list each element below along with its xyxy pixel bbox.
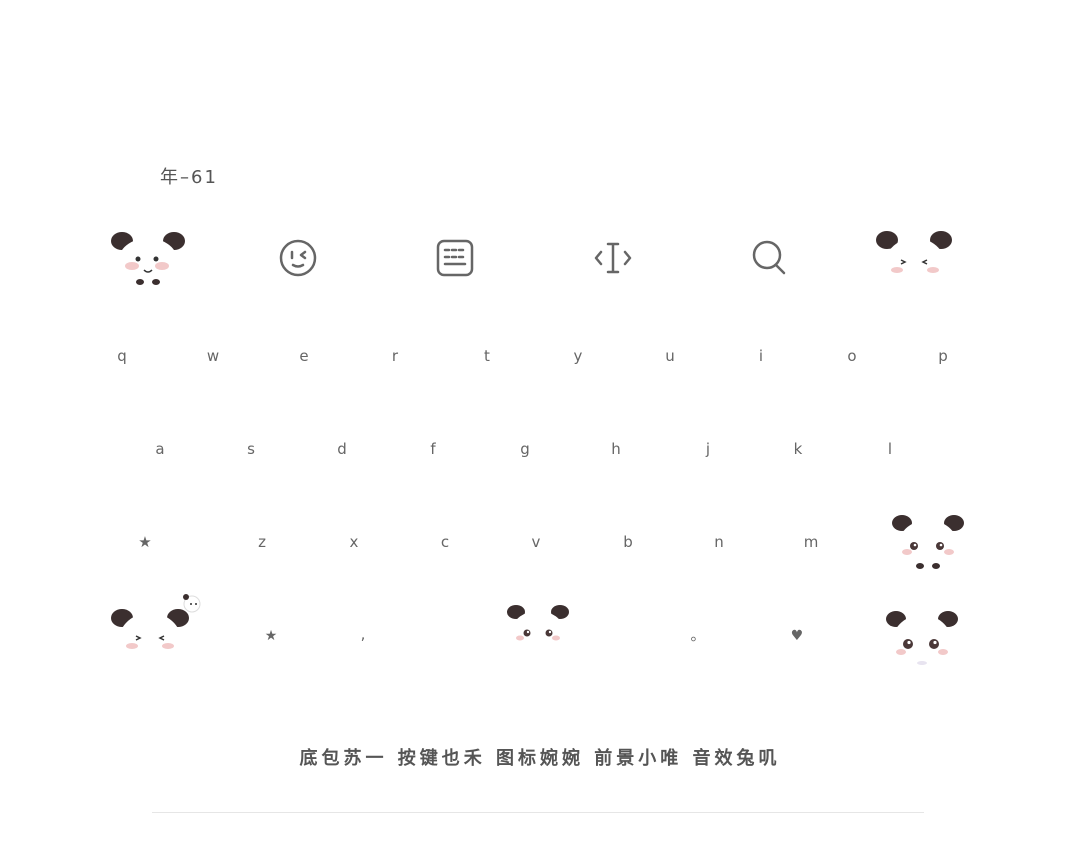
- key-star[interactable]: ★: [241, 616, 301, 656]
- key-p[interactable]: p: [913, 336, 973, 376]
- panda-sticker-toolbar-left: [108, 226, 188, 288]
- key-l[interactable]: l: [860, 429, 920, 469]
- key-r[interactable]: r: [365, 336, 425, 376]
- key-shift-star[interactable]: ★: [115, 522, 175, 562]
- keyboard-button[interactable]: [415, 220, 495, 296]
- symbols-panda-key[interactable]: [108, 592, 212, 674]
- key-s[interactable]: s: [221, 429, 281, 469]
- key-y[interactable]: y: [548, 336, 608, 376]
- key-q[interactable]: q: [92, 336, 152, 376]
- key-i[interactable]: i: [731, 336, 791, 376]
- key-u[interactable]: u: [640, 336, 700, 376]
- key-v[interactable]: v: [506, 522, 566, 562]
- key-w[interactable]: w: [183, 336, 243, 376]
- emoji-icon: [278, 238, 318, 278]
- cursor-icon: [593, 238, 633, 278]
- toolbar: [0, 220, 1080, 300]
- footer-divider: [152, 812, 924, 813]
- key-o[interactable]: o: [822, 336, 882, 376]
- key-g[interactable]: g: [495, 429, 555, 469]
- key-h[interactable]: h: [586, 429, 646, 469]
- key-z[interactable]: z: [232, 522, 292, 562]
- key-a[interactable]: a: [130, 429, 190, 469]
- backspace-panda-key[interactable]: [890, 510, 966, 572]
- key-m[interactable]: m: [781, 522, 841, 562]
- key-j[interactable]: j: [678, 429, 738, 469]
- key-comma[interactable]: ,: [333, 614, 393, 654]
- key-t[interactable]: t: [457, 336, 517, 376]
- key-k[interactable]: k: [768, 429, 828, 469]
- panda-sticker-toolbar-right: [875, 226, 955, 296]
- key-f[interactable]: f: [403, 429, 463, 469]
- emoji-button[interactable]: [258, 220, 338, 296]
- credits-line: 底包苏一 按键也禾 图标婉婉 前景小唯 音效兔叽: [299, 748, 781, 769]
- key-heart[interactable]: ♥: [767, 616, 827, 656]
- search-button[interactable]: [730, 220, 810, 296]
- key-period[interactable]: 。: [668, 614, 728, 654]
- key-c[interactable]: c: [415, 522, 475, 562]
- header-label: 年–61: [160, 167, 218, 188]
- keyboard-icon: [435, 238, 475, 278]
- cursor-move-button[interactable]: [573, 220, 653, 296]
- key-e[interactable]: e: [274, 336, 334, 376]
- key-x[interactable]: x: [324, 522, 384, 562]
- key-d[interactable]: d: [312, 429, 372, 469]
- search-icon: [750, 238, 790, 278]
- enter-panda-key[interactable]: [884, 606, 960, 670]
- space-panda-key[interactable]: [505, 602, 571, 648]
- key-n[interactable]: n: [689, 522, 749, 562]
- key-b[interactable]: b: [598, 522, 658, 562]
